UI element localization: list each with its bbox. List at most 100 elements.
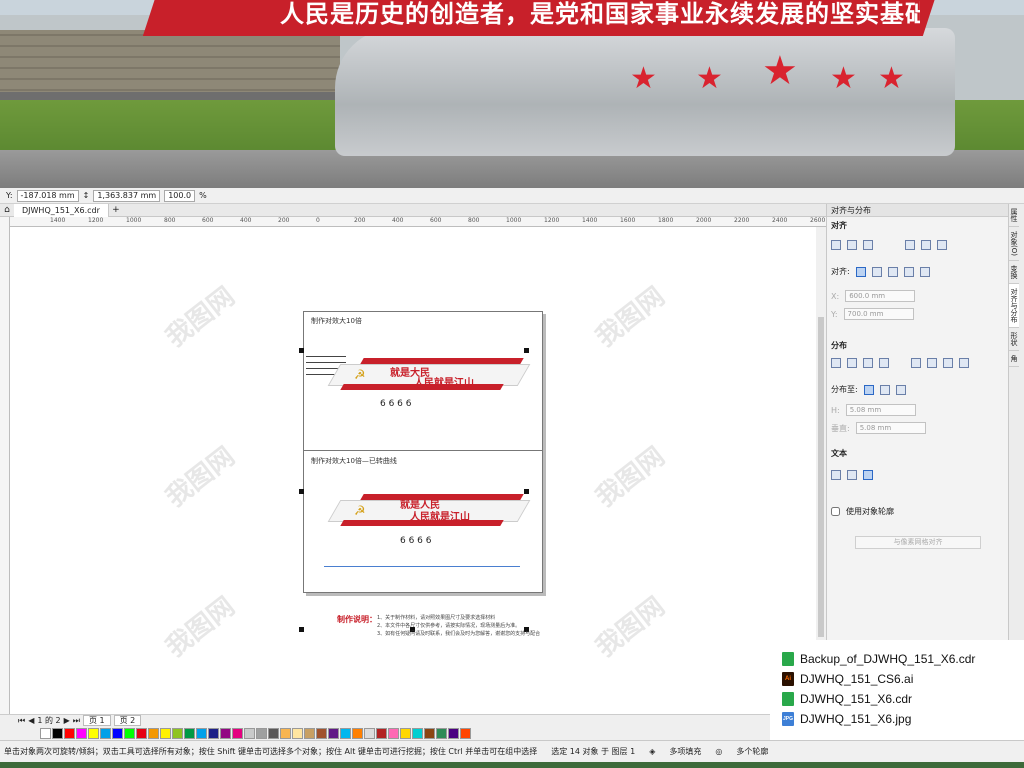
text-box-icon[interactable] — [863, 470, 873, 480]
text-line-icon[interactable] — [847, 470, 857, 480]
page-edge-icon[interactable] — [871, 266, 882, 277]
color-swatch[interactable] — [400, 727, 411, 739]
distribute-top-icon[interactable] — [911, 358, 921, 368]
color-swatch[interactable] — [328, 727, 339, 739]
x-field[interactable]: 600.0 mm — [845, 290, 916, 302]
color-swatch[interactable] — [160, 727, 171, 739]
color-swatch[interactable] — [124, 727, 135, 739]
color-swatch[interactable] — [184, 727, 195, 739]
align-center-v-icon[interactable] — [921, 240, 931, 250]
vtab-properties[interactable]: 属性 — [1009, 204, 1019, 227]
selection-handle[interactable] — [524, 489, 529, 494]
file-item[interactable]: JPG DJWHQ_151_X6.jpg — [782, 710, 911, 728]
zoom-field[interactable]: 100.0 — [164, 189, 196, 202]
color-swatch[interactable] — [232, 727, 243, 739]
color-swatch[interactable] — [424, 727, 435, 739]
color-swatch[interactable] — [460, 727, 471, 739]
object-spacing-icon[interactable] — [895, 384, 906, 395]
status-outline[interactable]: 多个轮廓 — [736, 746, 768, 757]
file-item[interactable]: Backup_of_DJWHQ_151_X6.cdr — [782, 650, 975, 668]
active-objects-icon[interactable] — [855, 266, 866, 277]
align-left-icon[interactable] — [831, 240, 841, 250]
distribute-middle-icon[interactable] — [927, 358, 937, 368]
design-top[interactable]: ☭ 就是大民 人民就是江山 — [327, 358, 534, 394]
page-tab-2[interactable]: 页 2 — [113, 715, 142, 726]
last-page-icon[interactable]: ⏭ — [73, 716, 80, 726]
color-swatch[interactable] — [220, 727, 231, 739]
selection-handle[interactable] — [299, 348, 304, 353]
page-tab-1[interactable]: 页 1 — [82, 715, 111, 726]
vtab-align-distribute[interactable]: 对齐与分布 — [1009, 283, 1019, 328]
v-spacing-field[interactable]: 5.08 mm — [855, 422, 926, 434]
vtab-transform[interactable]: 变换 — [1009, 261, 1019, 284]
home-icon[interactable]: ⌂ — [0, 205, 14, 215]
design-base-top[interactable]: 6 6 6 6 — [380, 399, 412, 435]
scroll-thumb[interactable] — [818, 317, 824, 637]
align-top-icon[interactable] — [905, 240, 915, 250]
color-swatch[interactable] — [196, 727, 207, 739]
color-swatch[interactable] — [88, 727, 99, 739]
add-tab-button[interactable]: + — [109, 205, 123, 215]
tab-document[interactable]: DJWHQ_151_X6.cdr — [14, 203, 109, 217]
color-swatch[interactable] — [292, 727, 303, 739]
use-outline-checkbox[interactable] — [831, 507, 840, 516]
color-swatch[interactable] — [364, 727, 375, 739]
color-swatch[interactable] — [448, 727, 459, 739]
text-baseline-icon[interactable] — [831, 470, 841, 480]
color-swatch[interactable] — [412, 727, 423, 739]
align-bottom-icon[interactable] — [937, 240, 947, 250]
color-swatch[interactable] — [352, 727, 363, 739]
next-page-icon[interactable]: ▶ — [64, 716, 70, 725]
selection-curve[interactable] — [324, 566, 520, 567]
color-swatch[interactable] — [136, 727, 147, 739]
vtab-objects[interactable]: 对象(O) — [1009, 227, 1019, 261]
file-item[interactable]: DJWHQ_151_X6.cdr — [782, 690, 912, 708]
color-swatch[interactable] — [208, 727, 219, 739]
page-extent-icon[interactable] — [879, 384, 890, 395]
specified-point-icon[interactable] — [919, 266, 930, 277]
color-swatch[interactable] — [376, 727, 387, 739]
distribute-bottom-icon[interactable] — [959, 358, 969, 368]
h-spacing-field[interactable]: 5.08 mm — [845, 404, 916, 416]
horizontal-ruler[interactable]: 1400 1200 1000 800 600 400 200 0 200 400 600 800 100… — [10, 217, 826, 227]
color-swatch[interactable] — [52, 727, 63, 739]
prev-page-icon[interactable]: ◀ — [28, 716, 34, 725]
color-swatch[interactable] — [340, 727, 351, 739]
selection-extent-icon[interactable] — [863, 384, 874, 395]
color-swatch[interactable] — [388, 727, 399, 739]
color-swatch[interactable] — [112, 727, 123, 739]
y-field[interactable]: 700.0 mm — [843, 308, 914, 320]
height-field[interactable]: 1,363.837 mm — [93, 189, 161, 202]
drawing-canvas[interactable]: 我图网 我图网 我图网 我图网 我图网 我图网 制作对效大10倍 ☭ 就是大民 … — [10, 227, 816, 713]
color-swatch[interactable] — [268, 727, 279, 739]
page-center-icon[interactable] — [887, 266, 898, 277]
color-swatch[interactable] — [304, 727, 315, 739]
first-page-icon[interactable]: ⏮ — [18, 716, 25, 726]
distribute-right-icon[interactable] — [879, 358, 889, 368]
status-fill[interactable]: 多项填充 — [669, 746, 701, 757]
color-swatch[interactable] — [244, 727, 255, 739]
y-position-field[interactable]: -187.018 mm — [16, 189, 79, 202]
color-swatch[interactable] — [40, 727, 51, 739]
color-swatch[interactable] — [436, 727, 447, 739]
distribute-vspacing-icon[interactable] — [943, 358, 953, 368]
color-swatch[interactable] — [256, 727, 267, 739]
distribute-spacing-icon[interactable] — [863, 358, 873, 368]
color-swatch[interactable] — [172, 727, 183, 739]
align-to-pixel-grid-button[interactable]: 与像素网格对齐 — [855, 536, 981, 549]
color-swatch[interactable] — [76, 727, 87, 739]
align-center-h-icon[interactable] — [847, 240, 857, 250]
color-swatch[interactable] — [64, 727, 75, 739]
color-swatch[interactable] — [316, 727, 327, 739]
color-swatch[interactable] — [100, 727, 111, 739]
design-bottom[interactable]: ☭ 就是人民 人民就是江山 — [327, 494, 534, 530]
vtab-shape[interactable]: 形状 — [1009, 328, 1019, 351]
color-swatch[interactable] — [148, 727, 159, 739]
file-item[interactable]: Ai DJWHQ_151_CS6.ai — [782, 670, 913, 688]
document-page[interactable]: 制作对效大10倍 ☭ 就是大民 人民就是江山 6 6 6 6 制作对效大10倍—… — [303, 311, 543, 593]
selection-handle[interactable] — [299, 627, 304, 632]
distribute-left-icon[interactable] — [831, 358, 841, 368]
distribute-center-icon[interactable] — [847, 358, 857, 368]
selection-handle[interactable] — [299, 489, 304, 494]
selection-handle[interactable] — [524, 348, 529, 353]
